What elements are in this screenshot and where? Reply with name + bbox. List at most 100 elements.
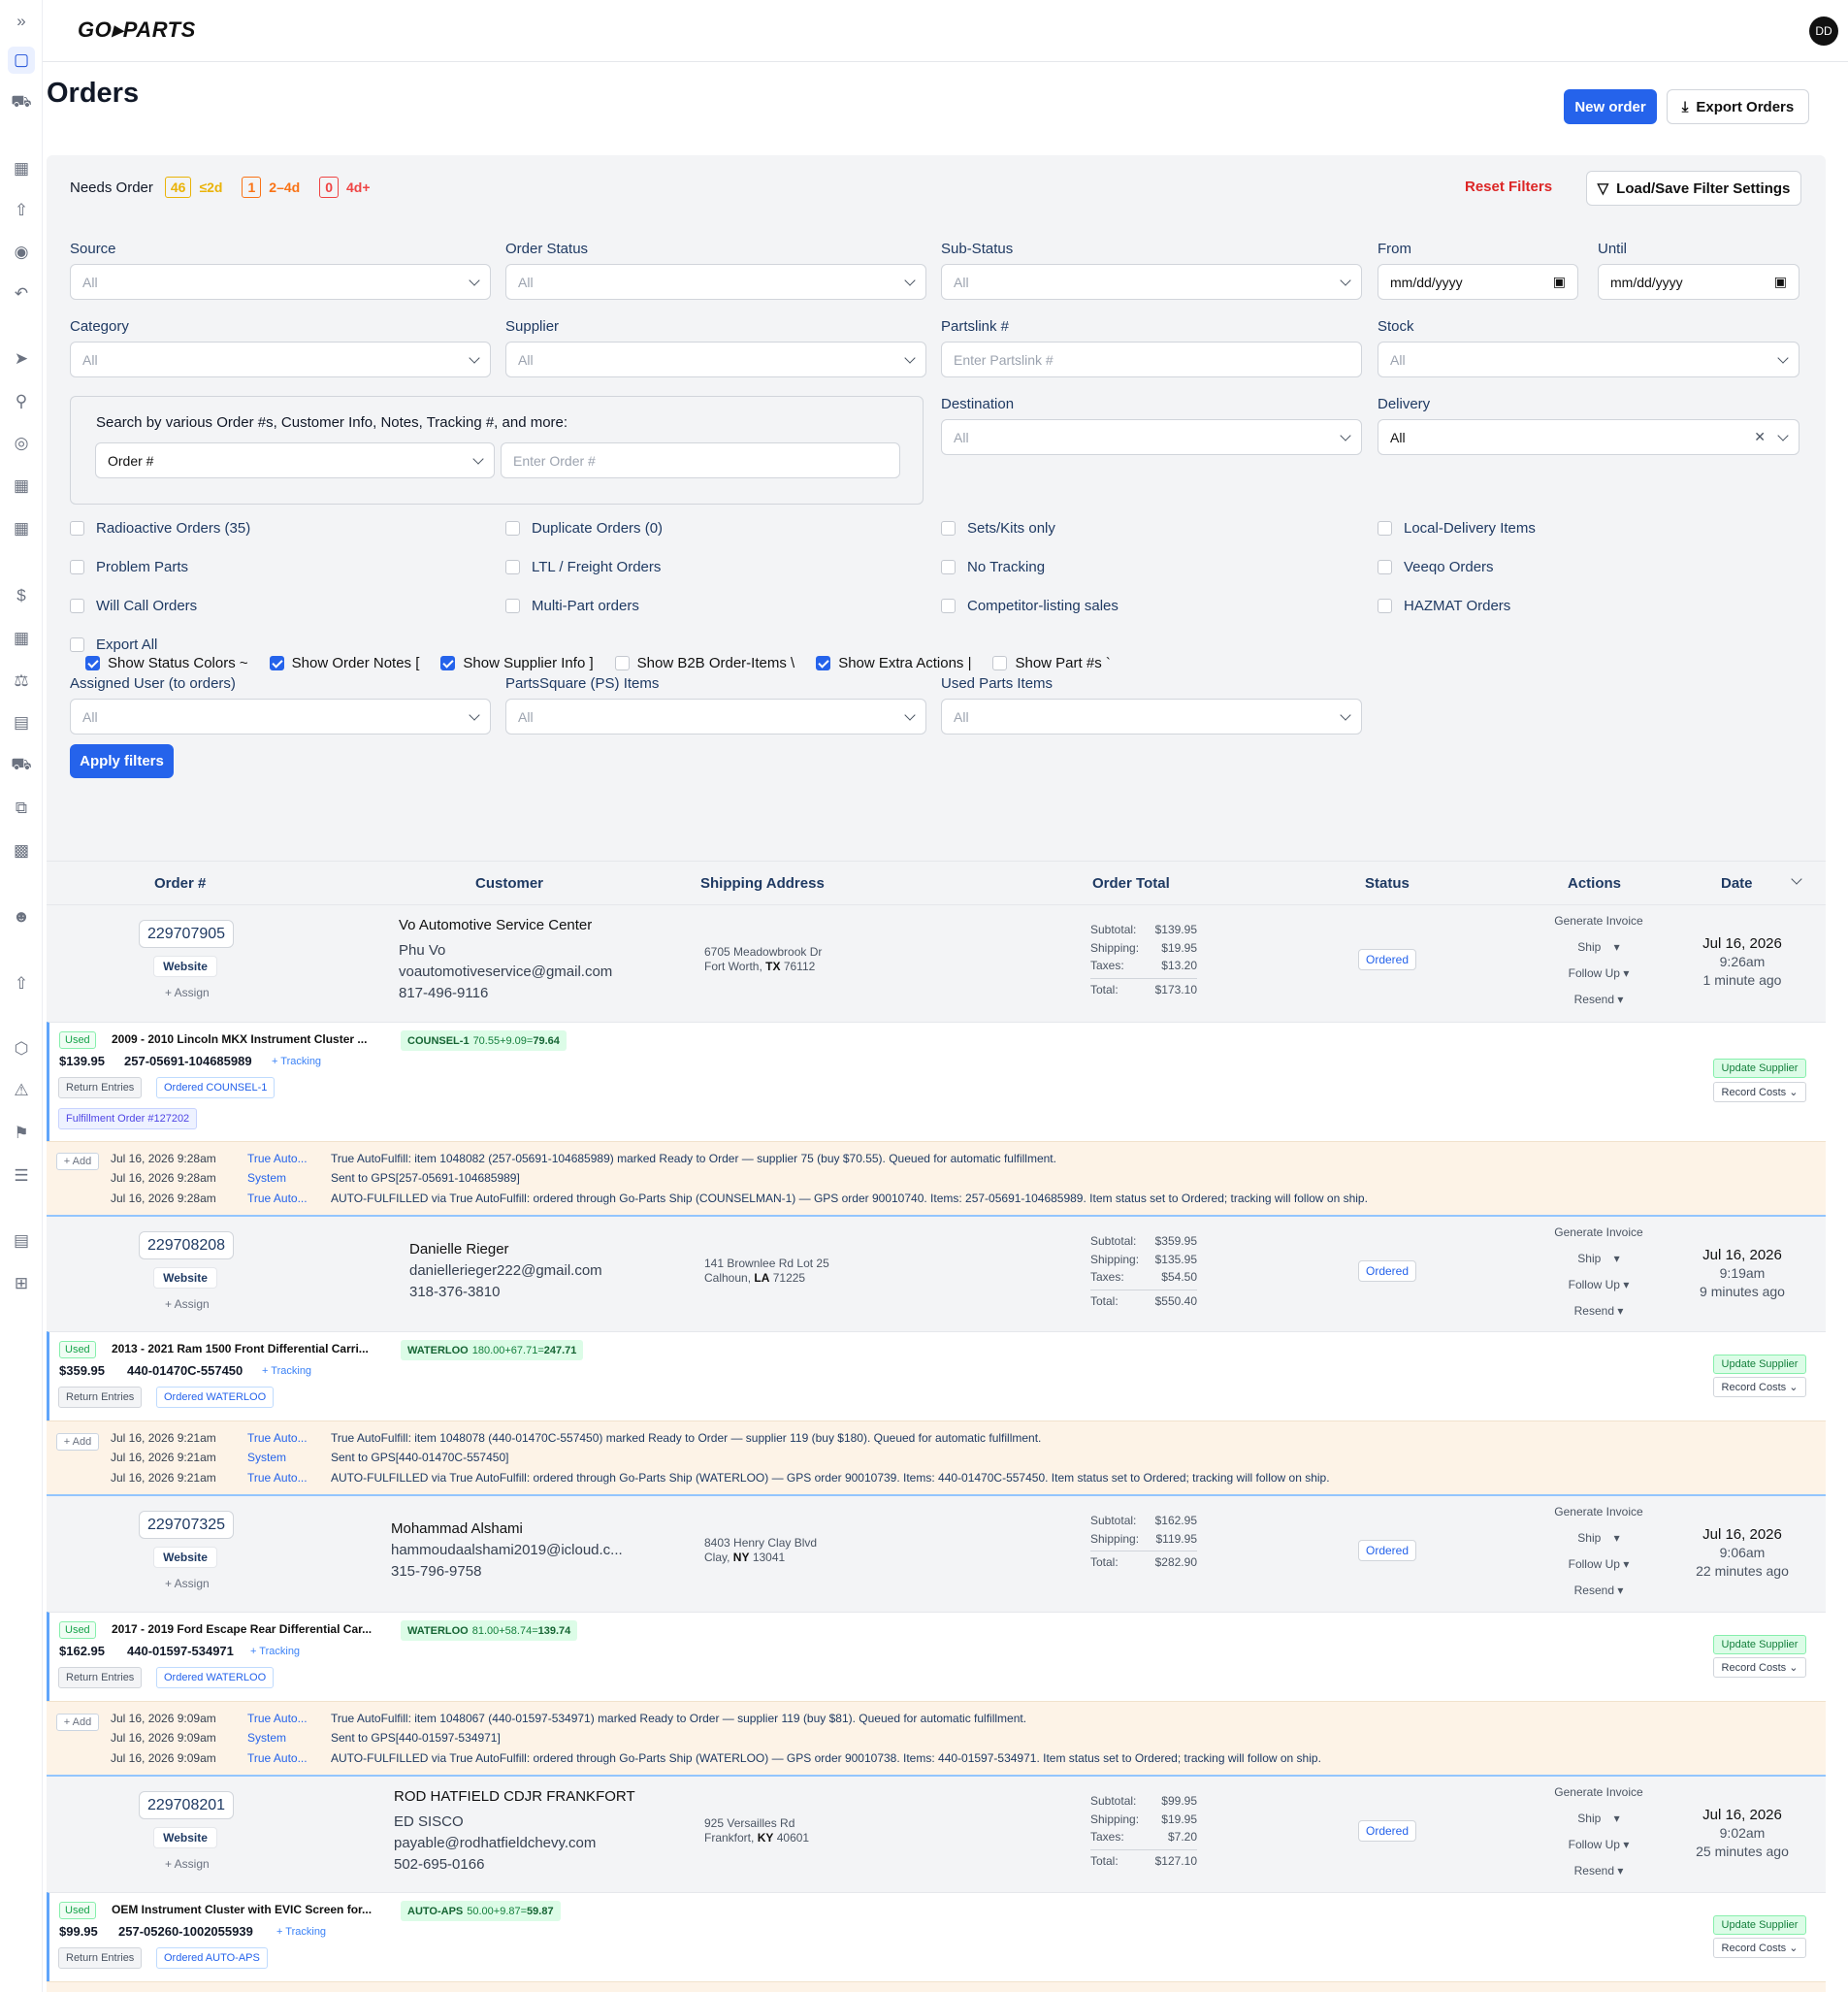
record-costs-button[interactable]: Record Costs ⌄ [1713, 1657, 1806, 1678]
assign-link[interactable]: + Assign [165, 986, 210, 999]
needs-order-count-2d[interactable]: 46 [164, 177, 192, 198]
generate-invoice-button[interactable]: Generate Invoice [1545, 1499, 1652, 1525]
order-number[interactable]: 229708201 [139, 1791, 234, 1819]
partssquare-select[interactable]: All [505, 699, 926, 735]
checkbox-ltl-freight[interactable]: LTL / Freight Orders [505, 559, 661, 575]
checkbox-box[interactable] [269, 656, 284, 670]
chevron-down-icon[interactable] [1791, 873, 1802, 885]
checkbox-box[interactable] [1378, 521, 1392, 536]
checkbox-radioactive[interactable]: Radioactive Orders (35) [70, 520, 250, 537]
toggle-b2b-items[interactable]: Show B2B Order-Items \ [614, 655, 794, 671]
needs-order-count-2-4d[interactable]: 1 [242, 177, 262, 198]
checkbox-box[interactable] [1378, 599, 1392, 613]
tag-icon[interactable]: ⚑ [8, 1120, 35, 1147]
item-part-number[interactable]: 257-05260-1002055939 [118, 1924, 253, 1939]
customer-email[interactable]: payable@rodhatfieldchevy.com [394, 1833, 635, 1854]
from-date-input[interactable]: mm/dd/yyyy ▣ [1378, 264, 1578, 300]
record-costs-button[interactable]: Record Costs ⌄ [1713, 1377, 1806, 1397]
return-entries-button[interactable]: Return Entries [58, 1077, 143, 1098]
upload-icon[interactable]: ⇧ [8, 197, 35, 224]
chart-icon[interactable]: ▤ [8, 709, 35, 736]
ordered-supplier-tag[interactable]: Ordered COUNSEL-1 [156, 1077, 276, 1098]
checkbox-will-call[interactable]: Will Call Orders [70, 598, 197, 614]
return-entries-button[interactable]: Return Entries [58, 1667, 143, 1688]
col-order-number[interactable]: Order # [154, 875, 206, 892]
record-costs-button[interactable]: Record Costs ⌄ [1713, 1938, 1806, 1958]
users-icon[interactable]: ☻ [8, 903, 35, 931]
supplier-chip[interactable]: WATERLOO 81.00+58.74= 139.74 [401, 1620, 578, 1641]
assign-link[interactable]: + Assign [165, 1577, 210, 1590]
checkbox-box[interactable] [816, 656, 831, 670]
add-tracking-link[interactable]: + Tracking [276, 1926, 326, 1938]
item-part-number[interactable]: 440-01597-534971 [127, 1644, 234, 1658]
item-name[interactable]: 2017 - 2019 Ford Escape Rear Differentia… [112, 1622, 383, 1636]
partslink-input[interactable]: Enter Partslink # [941, 342, 1362, 377]
add-tracking-link[interactable]: + Tracking [272, 1056, 321, 1067]
new-order-button[interactable]: New order [1564, 89, 1657, 124]
checkbox-box[interactable] [505, 560, 520, 574]
item-name[interactable]: 2013 - 2021 Ram 1500 Front Differential … [112, 1342, 383, 1355]
order-status-select[interactable]: All [505, 264, 926, 300]
until-date-input[interactable]: mm/dd/yyyy ▣ [1598, 264, 1799, 300]
reset-filters-link[interactable]: Reset Filters [1465, 179, 1552, 195]
warehouse-icon[interactable]: ▦ [8, 473, 35, 500]
document-plus-icon[interactable]: ⊞ [8, 1270, 35, 1297]
resend-dropdown[interactable]: Resend ▾ [1545, 1858, 1652, 1884]
checkbox-box[interactable] [505, 599, 520, 613]
ordered-supplier-tag[interactable]: Ordered WATERLOO [156, 1387, 275, 1408]
undo-icon[interactable]: ↶ [8, 280, 35, 308]
search-icon[interactable]: ⚲ [8, 388, 35, 415]
supplier-chip[interactable]: WATERLOO 180.00+67.71= 247.71 [401, 1340, 584, 1360]
checkbox-local-delivery[interactable]: Local-Delivery Items [1378, 520, 1536, 537]
ordered-supplier-tag[interactable]: Ordered AUTO-APS [156, 1947, 268, 1969]
generate-invoice-button[interactable]: Generate Invoice [1545, 1780, 1652, 1806]
follow-up-dropdown[interactable]: Follow Up ▾ [1545, 961, 1652, 987]
add-note-button[interactable]: + Add [56, 1714, 99, 1731]
item-part-number[interactable]: 440-01470C-557450 [127, 1363, 243, 1378]
checkbox-box[interactable] [70, 599, 84, 613]
category-select[interactable]: All [70, 342, 491, 377]
scan-icon[interactable]: ◎ [8, 430, 35, 457]
supplier-chip[interactable]: COUNSEL-1 70.55+9.09= 79.64 [401, 1030, 567, 1051]
checkbox-duplicate[interactable]: Duplicate Orders (0) [505, 520, 663, 537]
checkbox-competitor[interactable]: Competitor-listing sales [941, 598, 1119, 614]
sub-status-select[interactable]: All [941, 264, 1362, 300]
col-date[interactable]: Date [1721, 875, 1753, 892]
checkbox-box[interactable] [941, 599, 956, 613]
order-number[interactable]: 229707905 [139, 920, 234, 948]
truck-icon[interactable]: ⛟ [8, 89, 35, 116]
follow-up-dropdown[interactable]: Follow Up ▾ [1545, 1832, 1652, 1858]
used-parts-select[interactable]: All [941, 699, 1362, 735]
checkbox-export-all[interactable]: Export All [70, 637, 157, 653]
supplier-select[interactable]: All [505, 342, 926, 377]
return-entries-button[interactable]: Return Entries [58, 1387, 143, 1408]
store-icon[interactable]: ▦ [8, 155, 35, 182]
generate-invoice-button[interactable]: Generate Invoice [1545, 908, 1652, 934]
checkbox-box[interactable] [941, 521, 956, 536]
item-name[interactable]: OEM Instrument Cluster with EVIC Screen … [112, 1903, 383, 1916]
col-shipping-address[interactable]: Shipping Address [700, 875, 825, 892]
checkbox-box[interactable] [941, 560, 956, 574]
bar-chart-icon[interactable]: ▩ [8, 837, 35, 865]
stock-select[interactable]: All [1378, 342, 1799, 377]
col-actions[interactable]: Actions [1568, 875, 1621, 892]
order-number[interactable]: 229707325 [139, 1511, 234, 1539]
apply-filters-button[interactable]: Apply filters [70, 744, 174, 778]
generate-invoice-button[interactable]: Generate Invoice [1545, 1220, 1652, 1246]
item-part-number[interactable]: 257-05691-104685989 [124, 1054, 252, 1068]
sliders-icon[interactable]: ☰ [8, 1162, 35, 1190]
ship-dropdown[interactable]: Ship ▾ [1545, 1806, 1652, 1832]
toggle-status-colors[interactable]: Show Status Colors ~ [85, 655, 248, 671]
checkbox-hazmat[interactable]: HAZMAT Orders [1378, 598, 1510, 614]
truck-2-icon[interactable]: ⛟ [8, 752, 35, 779]
document-icon[interactable]: ▤ [8, 1227, 35, 1255]
item-name[interactable]: 2009 - 2010 Lincoln MKX Instrument Clust… [112, 1032, 383, 1046]
ship-dropdown[interactable]: Ship ▾ [1545, 1246, 1652, 1272]
fulfillment-order-tag[interactable]: Fulfillment Order #127202 [58, 1108, 198, 1129]
customer-email[interactable]: hammoudaalshami2019@icloud.c... [391, 1540, 623, 1561]
toggle-supplier-info[interactable]: Show Supplier Info ] [440, 655, 594, 671]
toggle-order-notes[interactable]: Show Order Notes [ [269, 655, 419, 671]
copy-icon[interactable]: ⧉ [8, 795, 35, 822]
expand-icon[interactable]: » [8, 8, 35, 35]
avatar[interactable]: DD [1809, 16, 1838, 46]
